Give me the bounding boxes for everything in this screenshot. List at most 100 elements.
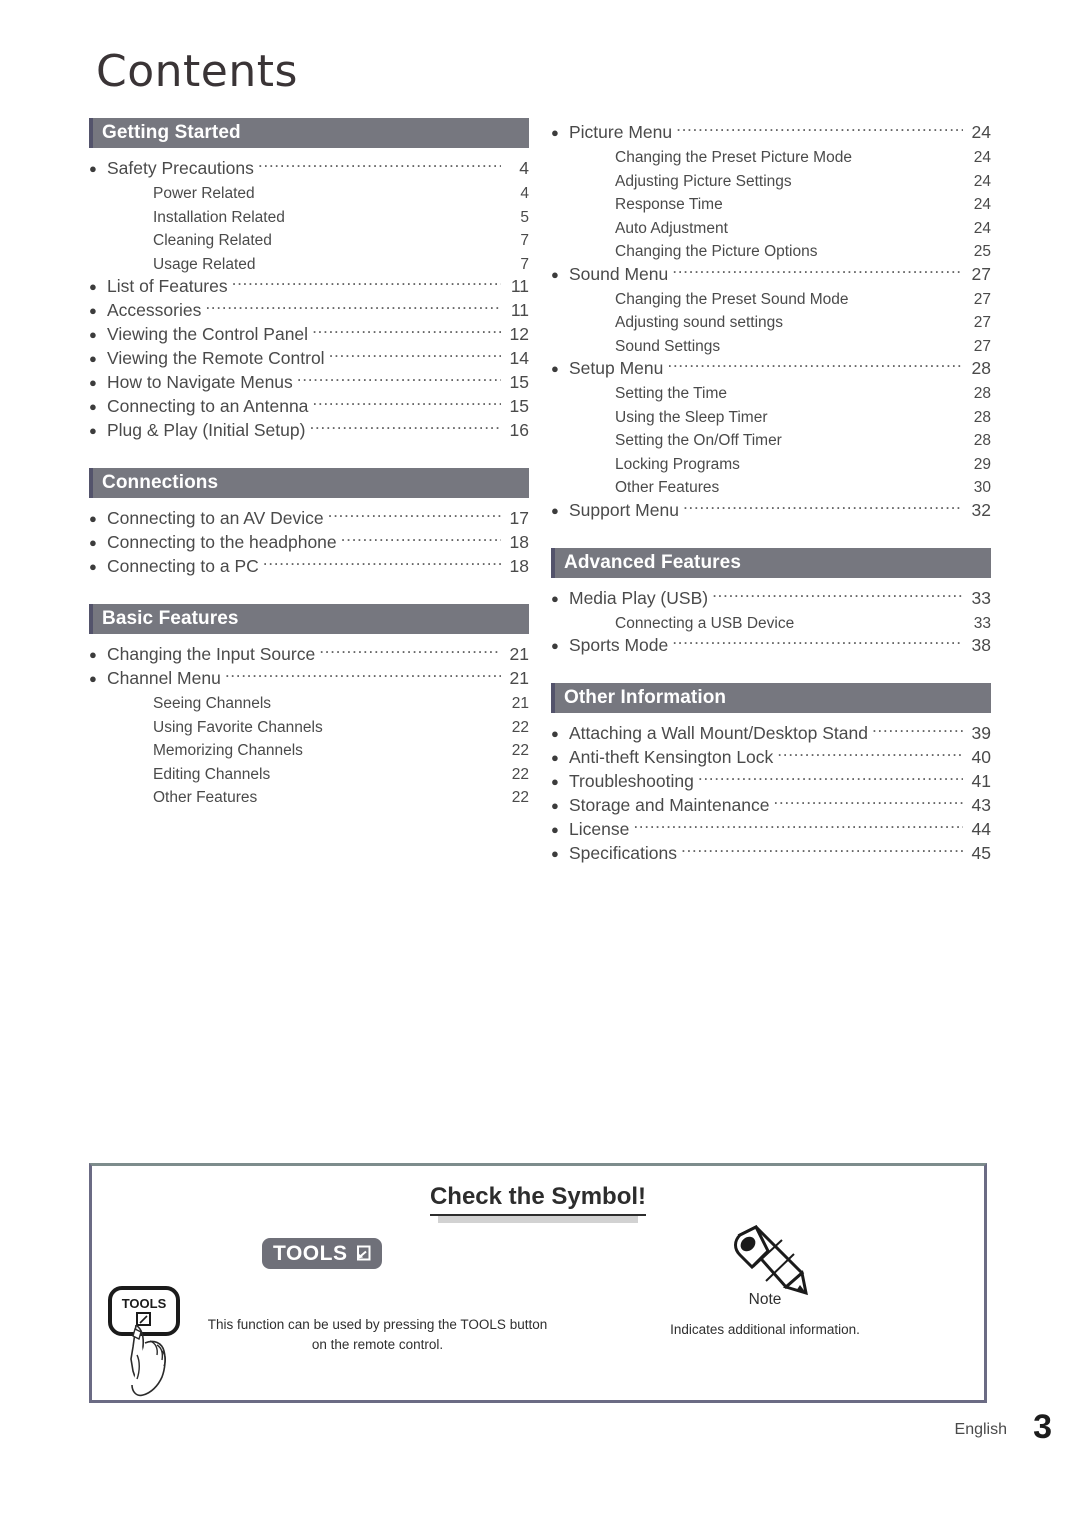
toc-entry[interactable]: ● Attaching a Wall Mount/Desktop Stand 39 [551, 719, 991, 743]
toc-entry-page: 11 [510, 300, 529, 320]
toc-entry[interactable]: ● Plug & Play (Initial Setup) 16 [89, 416, 529, 440]
toc-entry[interactable]: ● Accessories 11 [89, 296, 529, 320]
toc-subentry[interactable]: Locking Programs 29 [551, 449, 991, 473]
toc-subentry[interactable]: Changing the Preset Picture Mode 24 [551, 142, 991, 166]
toc-subentry[interactable]: Other Features 22 [89, 782, 529, 806]
toc-subentry[interactable]: Cleaning Related 7 [89, 225, 529, 249]
dot-leader [723, 472, 963, 492]
section-header-bar: Other Information [551, 683, 991, 713]
dot-leader [309, 416, 501, 436]
toc-entry-label: Locking Programs [615, 455, 740, 473]
toc-entry[interactable]: ● Setup Menu 28 [551, 354, 991, 378]
toc-entry-page: 27 [971, 263, 991, 284]
toc-entry[interactable]: ● Viewing the Control Panel 12 [89, 320, 529, 344]
dot-leader [261, 782, 501, 802]
dot-leader [297, 368, 501, 388]
contents-page: Contents Getting Started ● Safety Precauti… [0, 0, 1080, 1534]
dot-leader [329, 344, 501, 364]
toc-entry[interactable]: ● Support Menu 32 [551, 496, 991, 520]
bullet-icon: ● [89, 327, 97, 342]
toc-entry-page: 21 [511, 695, 529, 712]
toc-entry[interactable]: ● License 44 [551, 815, 991, 839]
toc-entry-page: 14 [509, 348, 529, 368]
bullet-icon: ● [551, 822, 559, 837]
bullet-icon: ● [89, 647, 97, 662]
toc-entry-page: 12 [509, 324, 529, 344]
dot-leader [787, 307, 963, 327]
bullet-icon: ● [89, 279, 97, 294]
toc-entry-label: Channel Menu [107, 668, 221, 688]
toc-entry-label: How to Navigate Menus [107, 372, 293, 392]
toc-entry[interactable]: ● Anti-theft Kensington Lock 40 [551, 743, 991, 767]
toc-subentry[interactable]: Editing Channels 22 [89, 759, 529, 783]
toc-subentry[interactable]: Auto Adjustment 24 [551, 213, 991, 237]
bullet-icon: ● [89, 535, 97, 550]
toc-subentry[interactable]: Adjusting Picture Settings 24 [551, 166, 991, 190]
toc-entry[interactable]: ● Safety Precautions 4 [89, 154, 529, 178]
toc-subentry[interactable]: Adjusting sound settings 27 [551, 307, 991, 331]
section-header-label: Basic Features [102, 608, 239, 629]
toc-subentry[interactable]: Changing the Preset Sound Mode 27 [551, 284, 991, 308]
toc-subentry[interactable]: Using the Sleep Timer 28 [551, 402, 991, 426]
toc-entry-label: Accessories [107, 300, 202, 320]
tools-caption: This function can be used by pressing th… [207, 1317, 548, 1352]
bullet-icon: ● [551, 750, 559, 765]
toc-entry[interactable]: ● Storage and Maintenance 43 [551, 791, 991, 815]
toc-subentry[interactable]: Installation Related 5 [89, 202, 529, 226]
toc-subentry[interactable]: Setting the On/Off Timer 28 [551, 425, 991, 449]
toc-entry[interactable]: ● Sports Mode 38 [551, 631, 991, 655]
toc-subentry[interactable]: Setting the Time 28 [551, 378, 991, 402]
symbol-heading: Check the Symbol! [429, 1183, 647, 1216]
toc-subentry[interactable]: Changing the Picture Options 25 [551, 236, 991, 260]
toc-entry-page: 24 [971, 122, 991, 142]
toc-entry-label: Changing the Input Source [107, 644, 316, 664]
toc-subentry[interactable]: Seeing Channels 21 [89, 688, 529, 712]
toc-subentry[interactable]: Using Favorite Channels 22 [89, 712, 529, 736]
dot-leader [856, 142, 963, 162]
toc-subentry[interactable]: Memorizing Channels 22 [89, 735, 529, 759]
dot-leader [232, 272, 501, 292]
toc-entry-page: 21 [509, 668, 529, 688]
dot-leader [712, 584, 963, 604]
toc-subentry[interactable]: Other Features 30 [551, 472, 991, 496]
toc-entry-label: Setting the Time [615, 385, 728, 402]
toc-entry[interactable]: ● How to Navigate Menus 15 [89, 368, 529, 392]
toc-subentry[interactable]: Connecting a USB Device 33 [551, 608, 991, 632]
toc-entry[interactable]: ● Specifications 45 [551, 839, 991, 863]
toc-entry[interactable]: ● Troubleshooting 41 [551, 767, 991, 791]
dot-leader [796, 166, 963, 186]
toc-entry[interactable]: ● Connecting to an Antenna 15 [89, 392, 529, 416]
toc-entry[interactable]: ● Changing the Input Source 21 [89, 640, 529, 664]
dot-leader [786, 425, 963, 445]
toc-entry-page: 27 [973, 337, 991, 355]
toc-entry[interactable]: ● Sound Menu 27 [551, 260, 991, 284]
toc-entry[interactable]: ● Channel Menu 21 [89, 664, 529, 688]
toc-entry-page: 24 [973, 196, 991, 213]
toc-subentry[interactable]: Usage Related 7 [89, 249, 529, 273]
toc-entry[interactable]: ● List of Features 11 [89, 272, 529, 296]
bullet-icon: ● [551, 361, 559, 376]
toc-column-right: ●Picture Menu24Changing the Preset Pictu… [551, 118, 991, 863]
toc-entry-page: 28 [973, 432, 991, 449]
toc-entry-label: Media Play (USB) [569, 587, 709, 608]
toc-entry[interactable]: ● Picture Menu 24 [551, 118, 991, 142]
toc-entry[interactable]: ● Viewing the Remote Control 14 [89, 344, 529, 368]
toc-entry-page: 40 [971, 747, 991, 767]
dot-leader [312, 392, 501, 412]
toc-entry-page: 4 [519, 158, 529, 178]
toc-entry[interactable]: ● Connecting to a PC 18 [89, 552, 529, 576]
bullet-icon: ● [551, 125, 559, 140]
toc-subentry[interactable]: Power Related 4 [89, 178, 529, 202]
toc-entry[interactable]: ● Connecting to the headphone 18 [89, 528, 529, 552]
toc-subentry[interactable]: Response Time 24 [551, 189, 991, 213]
toc-entry-page: 27 [973, 314, 991, 331]
dot-leader [341, 528, 501, 548]
toc-entry-page: 32 [971, 499, 991, 520]
toc-subentry[interactable]: Sound Settings 27 [551, 331, 991, 355]
toc-list: ● Connecting to an AV Device 17 ● Connecting… [89, 504, 529, 576]
toc-entry-page: 41 [971, 771, 991, 791]
toc-entry[interactable]: ● Media Play (USB) 33 [551, 584, 991, 608]
toc-entry[interactable]: ● Connecting to an AV Device 17 [89, 504, 529, 528]
toc-entry-label: Plug & Play (Initial Setup) [107, 420, 306, 440]
bullet-icon: ● [89, 351, 97, 366]
